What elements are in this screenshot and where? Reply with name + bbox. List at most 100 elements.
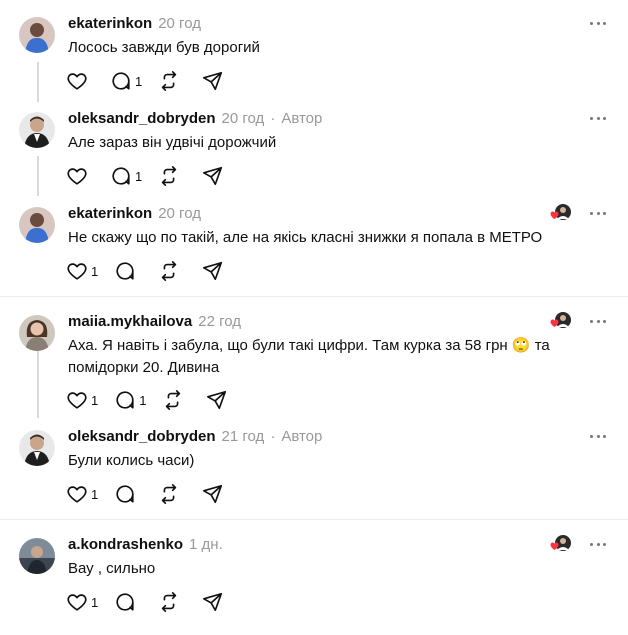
reply-count: 1 — [135, 73, 143, 89]
avatar[interactable] — [19, 315, 55, 351]
repost-icon — [161, 484, 177, 504]
comment-bubble-icon — [116, 485, 134, 503]
reply-button[interactable]: 1 — [114, 388, 146, 412]
author-badge: Автор — [281, 427, 323, 445]
send-icon — [207, 390, 227, 410]
like-count: 1 — [91, 263, 99, 279]
username[interactable]: a.kondrashenko — [68, 536, 183, 553]
heart-icon — [550, 542, 559, 550]
more-options-icon[interactable] — [590, 538, 606, 550]
username[interactable]: maiia.mykhailova — [68, 313, 192, 330]
repost-icon — [161, 592, 177, 612]
avatar[interactable] — [19, 430, 55, 466]
like-button[interactable]: 1 — [66, 388, 98, 412]
reply-button[interactable] — [114, 590, 136, 614]
repost-button[interactable] — [158, 259, 180, 283]
more-options-icon[interactable] — [590, 207, 606, 219]
send-icon — [203, 166, 223, 186]
like-button[interactable] — [66, 69, 88, 93]
comment-text: Аха. Я навіть і забула, що були такі циф… — [68, 337, 550, 376]
timestamp[interactable]: 20 год — [222, 110, 265, 127]
username[interactable]: ekaterinkon — [68, 15, 152, 32]
repost-icon — [161, 261, 177, 281]
comment-text: Були колись часи) — [68, 452, 195, 469]
repost-button[interactable] — [158, 69, 180, 93]
more-options-icon[interactable] — [590, 430, 606, 442]
username[interactable]: oleksandr_dobryden — [68, 110, 216, 127]
liked-by-author-badge — [550, 311, 572, 331]
share-button[interactable] — [202, 482, 224, 506]
comment-bubble-icon — [116, 262, 134, 280]
heart-icon — [550, 211, 559, 219]
heart-icon — [67, 168, 87, 185]
author-badge: Автор — [281, 109, 323, 127]
share-button[interactable] — [202, 590, 224, 614]
repost-button[interactable] — [162, 388, 184, 412]
share-button[interactable] — [206, 388, 228, 412]
timestamp[interactable]: 20 год — [158, 205, 201, 222]
timestamp[interactable]: 21 год — [222, 428, 265, 445]
comment: ekaterinkon 20 год Лосось завжди був дор… — [0, 13, 628, 103]
avatar[interactable] — [19, 112, 55, 148]
timestamp[interactable]: 22 год — [198, 313, 241, 330]
send-icon — [203, 71, 223, 91]
repost-button[interactable] — [158, 590, 180, 614]
like-button[interactable]: 1 — [66, 259, 98, 283]
like-button[interactable] — [66, 164, 88, 188]
divider — [0, 296, 628, 297]
comment: maiia.mykhailova 22 год Аха. Я навіть і … — [0, 311, 628, 421]
divider — [0, 519, 628, 520]
avatar[interactable] — [19, 207, 55, 243]
like-count: 1 — [91, 392, 99, 408]
repost-icon — [161, 71, 177, 91]
repost-button[interactable] — [158, 482, 180, 506]
comment-bubble-icon — [112, 167, 130, 185]
comment-text: Лосось завжди був дорогий — [68, 39, 260, 56]
share-button[interactable] — [202, 164, 224, 188]
more-options-icon[interactable] — [590, 112, 606, 124]
username[interactable]: ekaterinkon — [68, 205, 152, 222]
repost-icon — [161, 166, 177, 186]
separator: · — [270, 109, 276, 127]
comment-text: Вау , сильно — [68, 560, 156, 577]
share-button[interactable] — [202, 69, 224, 93]
separator: · — [270, 427, 276, 445]
comment: oleksandr_dobryden 21 год · Автор Були к… — [0, 426, 628, 516]
comment-text: Але зараз він удвічі дорожчий — [68, 134, 277, 151]
comment-bubble-icon — [112, 72, 130, 90]
comment-text: Не скажу що по такій, але на якісь класн… — [68, 229, 543, 246]
send-icon — [203, 592, 223, 612]
timestamp[interactable]: 20 год — [158, 15, 201, 32]
reply-button[interactable] — [114, 259, 136, 283]
like-button[interactable]: 1 — [66, 590, 98, 614]
heart-icon — [67, 392, 87, 409]
heart-icon — [67, 594, 87, 611]
more-options-icon[interactable] — [590, 315, 606, 327]
repost-button[interactable] — [158, 164, 180, 188]
reply-count: 1 — [135, 168, 143, 184]
comment: oleksandr_dobryden 20 год · Автор Але за… — [0, 108, 628, 198]
heart-icon — [67, 73, 87, 90]
like-button[interactable]: 1 — [66, 482, 98, 506]
reply-button[interactable]: 1 — [110, 164, 142, 188]
send-icon — [203, 484, 223, 504]
heart-icon — [67, 486, 87, 503]
avatar[interactable] — [19, 538, 55, 574]
avatar[interactable] — [19, 17, 55, 53]
comment: a.kondrashenko 1 дн. Вау , сильно 1 — [0, 534, 628, 624]
reply-button[interactable] — [114, 482, 136, 506]
share-button[interactable] — [202, 259, 224, 283]
send-icon — [203, 261, 223, 281]
comment-bubble-icon — [116, 391, 134, 409]
like-count: 1 — [91, 594, 99, 610]
like-count: 1 — [91, 486, 99, 502]
timestamp[interactable]: 1 дн. — [189, 536, 223, 553]
reply-button[interactable]: 1 — [110, 69, 142, 93]
username[interactable]: oleksandr_dobryden — [68, 428, 216, 445]
heart-icon — [67, 263, 87, 280]
more-options-icon[interactable] — [590, 17, 606, 29]
repost-icon — [166, 390, 181, 410]
liked-by-author-badge — [550, 203, 572, 223]
heart-icon — [550, 319, 559, 327]
reply-count: 1 — [139, 392, 147, 408]
